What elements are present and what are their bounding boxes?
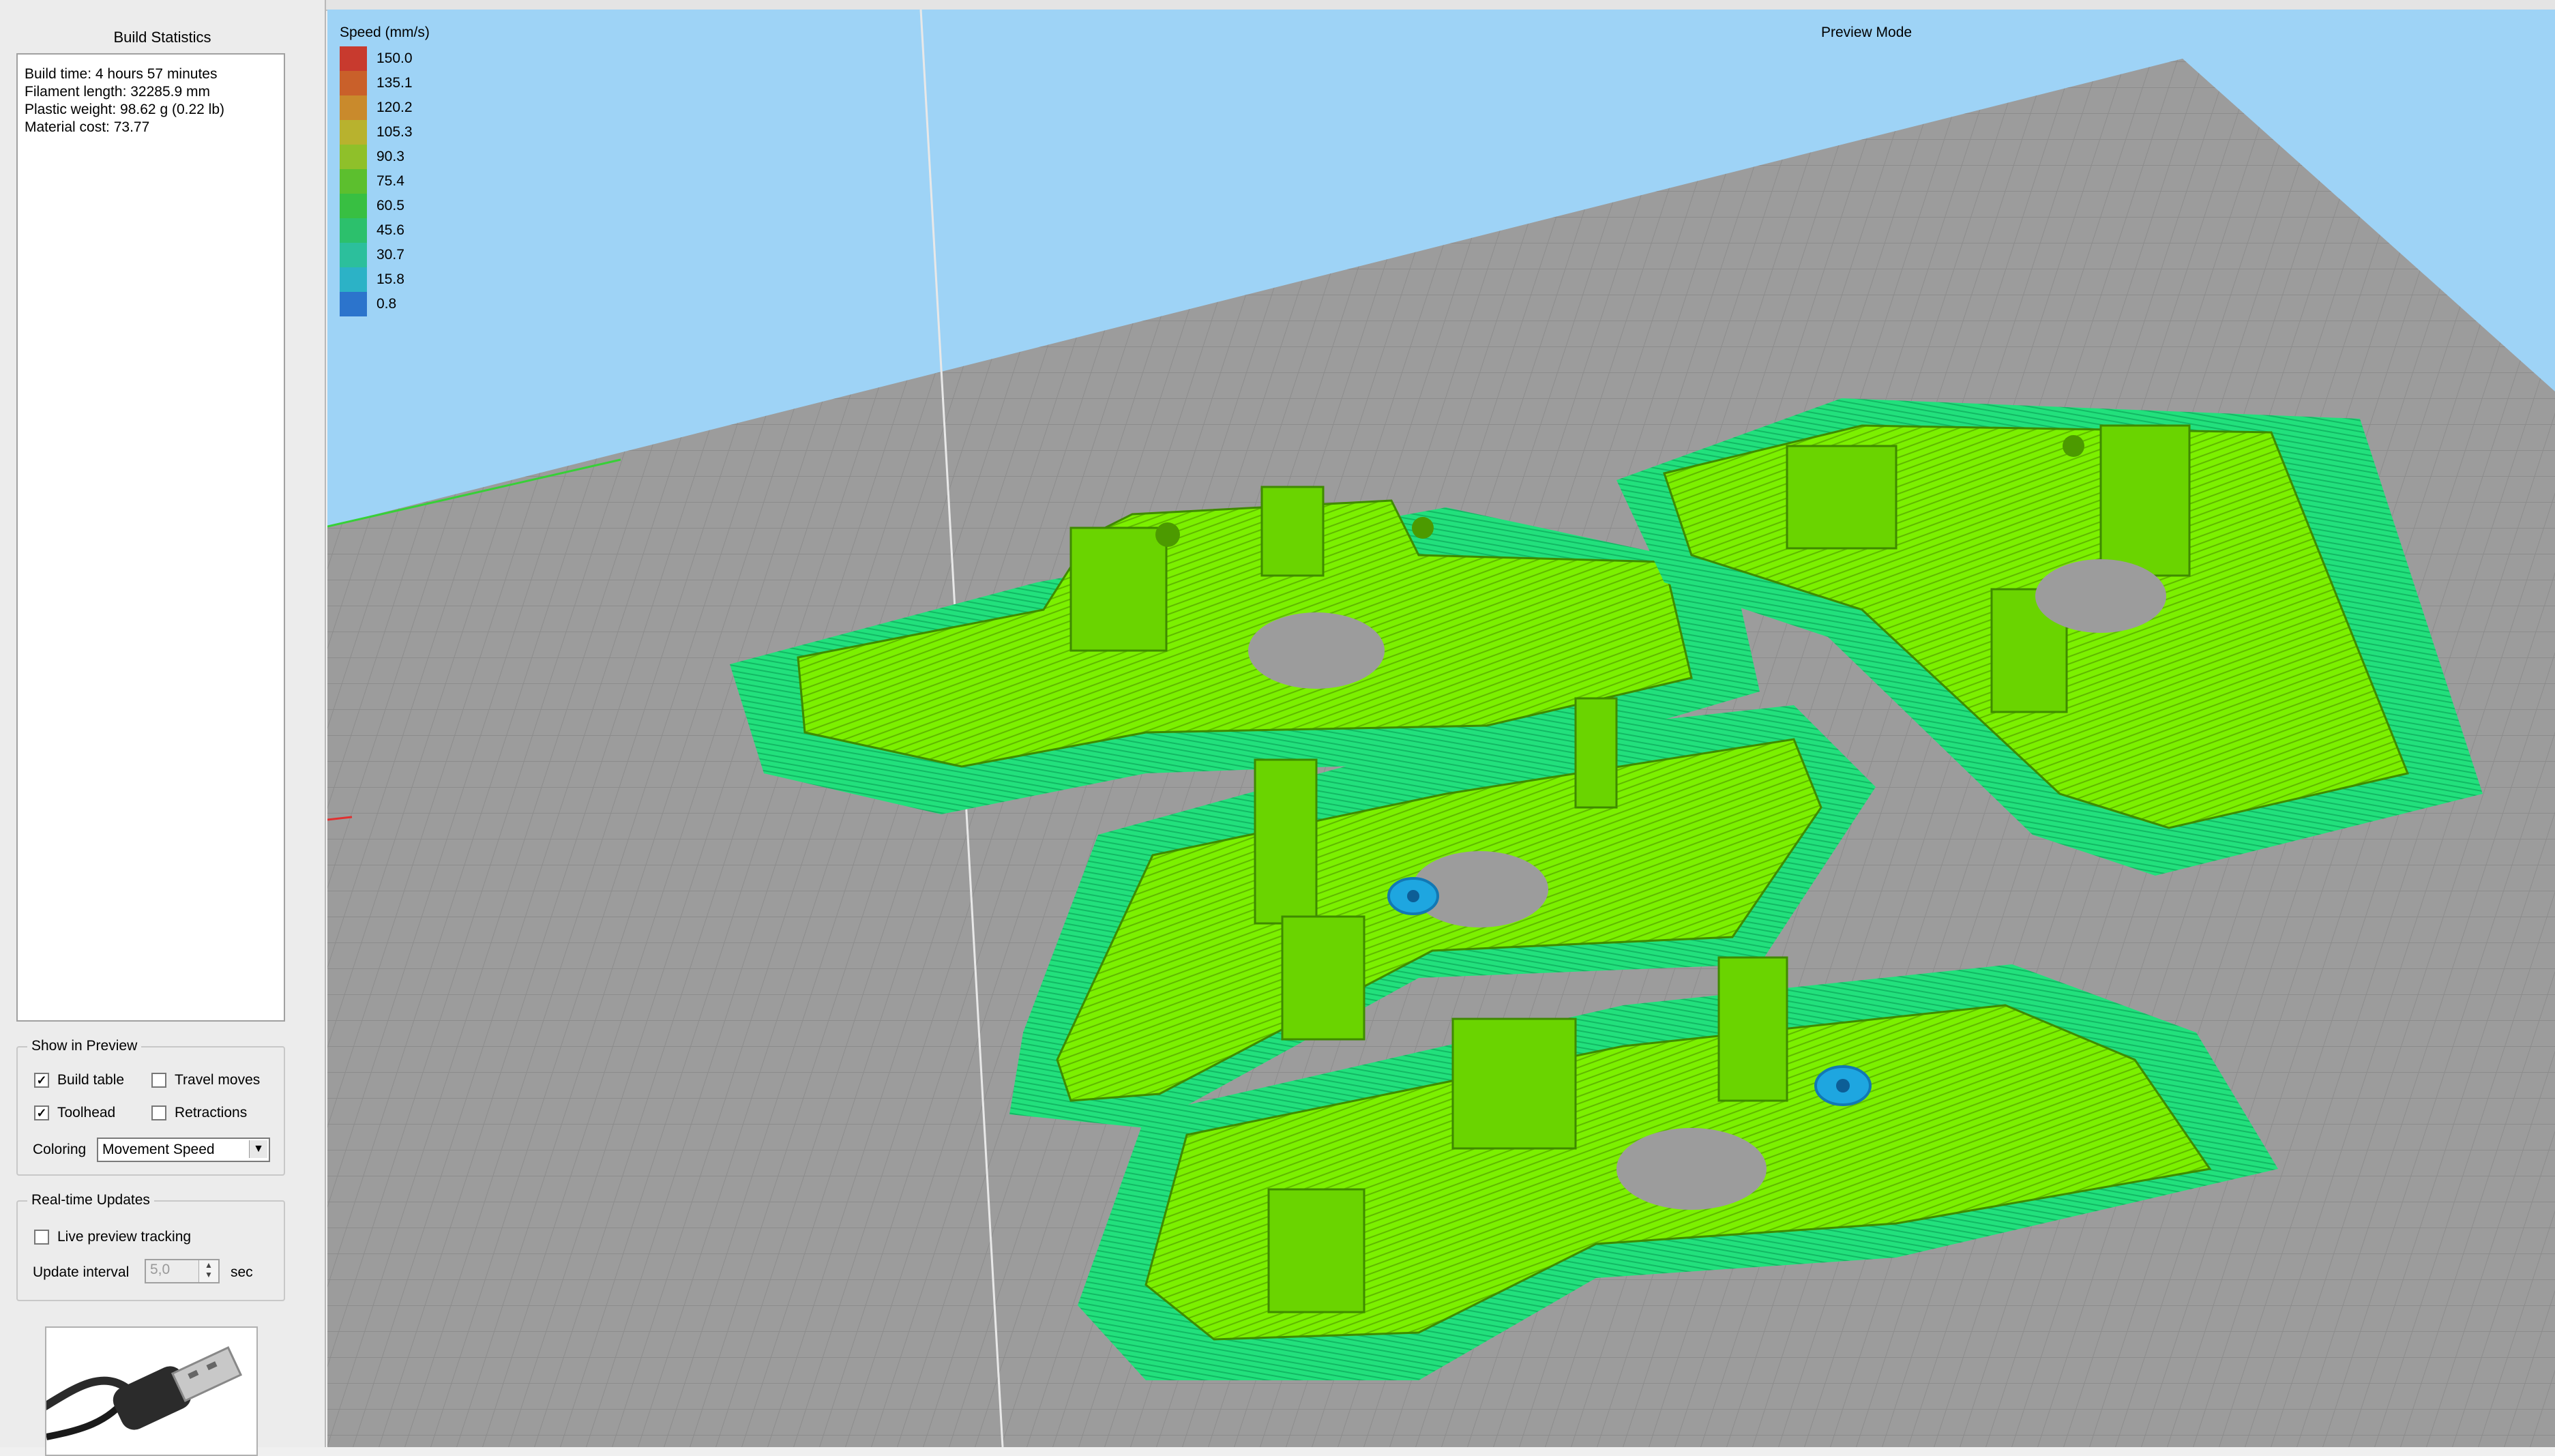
legend-rows: 150.0 135.1 120.2 105.3 90.3 75.4 60.5 45.6 30.7… bbox=[340, 46, 430, 316]
legend-value: 105.3 bbox=[376, 124, 413, 140]
usb-connection-image bbox=[45, 1326, 258, 1456]
build-statistics-panel: Build Statistics Build time: 4 hours 57 … bbox=[0, 0, 326, 1456]
legend-item: 0.8 bbox=[340, 292, 430, 316]
legend-value: 60.5 bbox=[376, 198, 404, 213]
legend-item: 150.0 bbox=[340, 46, 430, 71]
filament-length: Filament length: 32285.9 mm bbox=[25, 84, 210, 100]
build-time: Build time: 4 hours 57 minutes bbox=[25, 66, 218, 82]
legend-item: 45.6 bbox=[340, 218, 430, 243]
legend-value: 45.6 bbox=[376, 222, 404, 238]
legend-swatch bbox=[340, 46, 367, 71]
legend-item: 30.7 bbox=[340, 243, 430, 267]
update-interval-spinbox[interactable]: 5,0 ▲ ▼ bbox=[145, 1259, 220, 1283]
checkbox-unchecked-icon[interactable] bbox=[34, 1230, 49, 1245]
build-table-label: Build table bbox=[57, 1072, 125, 1088]
legend-value: 150.0 bbox=[376, 50, 413, 66]
legend-item: 60.5 bbox=[340, 194, 430, 218]
legend-item: 15.8 bbox=[340, 267, 430, 292]
toolhead-checkbox[interactable]: ✓ Toolhead bbox=[34, 1105, 115, 1121]
travel-moves-checkbox[interactable]: Travel moves bbox=[151, 1072, 260, 1088]
material-cost: Material cost: 73.77 bbox=[25, 119, 150, 135]
usb-cable-icon bbox=[46, 1346, 243, 1440]
update-interval-label: Update interval bbox=[33, 1264, 130, 1280]
legend-value: 120.2 bbox=[376, 100, 413, 115]
legend-value: 90.3 bbox=[376, 149, 404, 164]
legend-value: 0.8 bbox=[376, 296, 397, 312]
speed-legend: Speed (mm/s) 150.0 135.1 120.2 105.3 90.3 75.… bbox=[340, 25, 430, 316]
legend-swatch bbox=[340, 243, 367, 267]
plastic-weight: Plastic weight: 98.62 g (0.22 lb) bbox=[25, 102, 224, 117]
coloring-label: Coloring bbox=[33, 1142, 87, 1157]
legend-item: 135.1 bbox=[340, 71, 430, 95]
legend-value: 15.8 bbox=[376, 271, 404, 287]
preview-viewport[interactable]: Speed (mm/s) 150.0 135.1 120.2 105.3 90.3 75.… bbox=[327, 10, 2555, 1447]
group-title-show-in-preview: Show in Preview bbox=[27, 1038, 142, 1054]
legend-swatch bbox=[340, 95, 367, 120]
build-table-checkbox[interactable]: ✓ Build table bbox=[34, 1072, 124, 1088]
toolhead-label: Toolhead bbox=[57, 1105, 116, 1120]
legend-item: 105.3 bbox=[340, 120, 430, 145]
live-preview-label: Live preview tracking bbox=[57, 1229, 192, 1245]
legend-swatch bbox=[340, 120, 367, 145]
coloring-select[interactable]: Movement Speed ▼ bbox=[97, 1138, 270, 1162]
panel-title: Build Statistics bbox=[113, 29, 211, 46]
checkbox-checked-icon[interactable]: ✓ bbox=[34, 1105, 49, 1120]
legend-value: 75.4 bbox=[376, 173, 404, 189]
realtime-updates-group: Real-time Updates Live preview tracking … bbox=[16, 1192, 285, 1301]
legend-item: 75.4 bbox=[340, 169, 430, 194]
legend-value: 135.1 bbox=[376, 75, 413, 91]
live-preview-checkbox[interactable]: Live preview tracking bbox=[34, 1229, 191, 1245]
legend-swatch bbox=[340, 71, 367, 95]
checkbox-unchecked-icon[interactable] bbox=[151, 1105, 166, 1120]
update-interval-unit: sec bbox=[231, 1264, 253, 1280]
checkbox-checked-icon[interactable]: ✓ bbox=[34, 1073, 49, 1088]
legend-swatch bbox=[340, 218, 367, 243]
chevron-down-icon[interactable]: ▼ bbox=[249, 1140, 267, 1158]
legend-title: Speed (mm/s) bbox=[340, 25, 430, 40]
preview-mode-label: Preview Mode bbox=[1821, 25, 1912, 40]
coloring-select-value: Movement Speed bbox=[102, 1142, 215, 1157]
build-statistics-text: Build time: 4 hours 57 minutes Filament … bbox=[16, 53, 285, 1022]
3d-scene[interactable] bbox=[327, 10, 2555, 1447]
update-interval-value: 5,0 bbox=[150, 1262, 171, 1277]
legend-swatch bbox=[340, 267, 367, 292]
legend-swatch bbox=[340, 194, 367, 218]
legend-item: 120.2 bbox=[340, 95, 430, 120]
group-title-realtime-updates: Real-time Updates bbox=[27, 1192, 154, 1208]
checkbox-unchecked-icon[interactable] bbox=[151, 1073, 166, 1088]
legend-item: 90.3 bbox=[340, 145, 430, 169]
show-in-preview-group: Show in Preview ✓ Build table Travel mov… bbox=[16, 1038, 285, 1176]
retractions-label: Retractions bbox=[175, 1105, 248, 1120]
legend-swatch bbox=[340, 169, 367, 194]
travel-moves-label: Travel moves bbox=[175, 1072, 261, 1088]
spin-arrows-icon[interactable]: ▲ ▼ bbox=[198, 1260, 218, 1282]
legend-swatch bbox=[340, 292, 367, 316]
legend-swatch bbox=[340, 145, 367, 169]
legend-value: 30.7 bbox=[376, 247, 404, 263]
retractions-checkbox[interactable]: Retractions bbox=[151, 1105, 247, 1121]
